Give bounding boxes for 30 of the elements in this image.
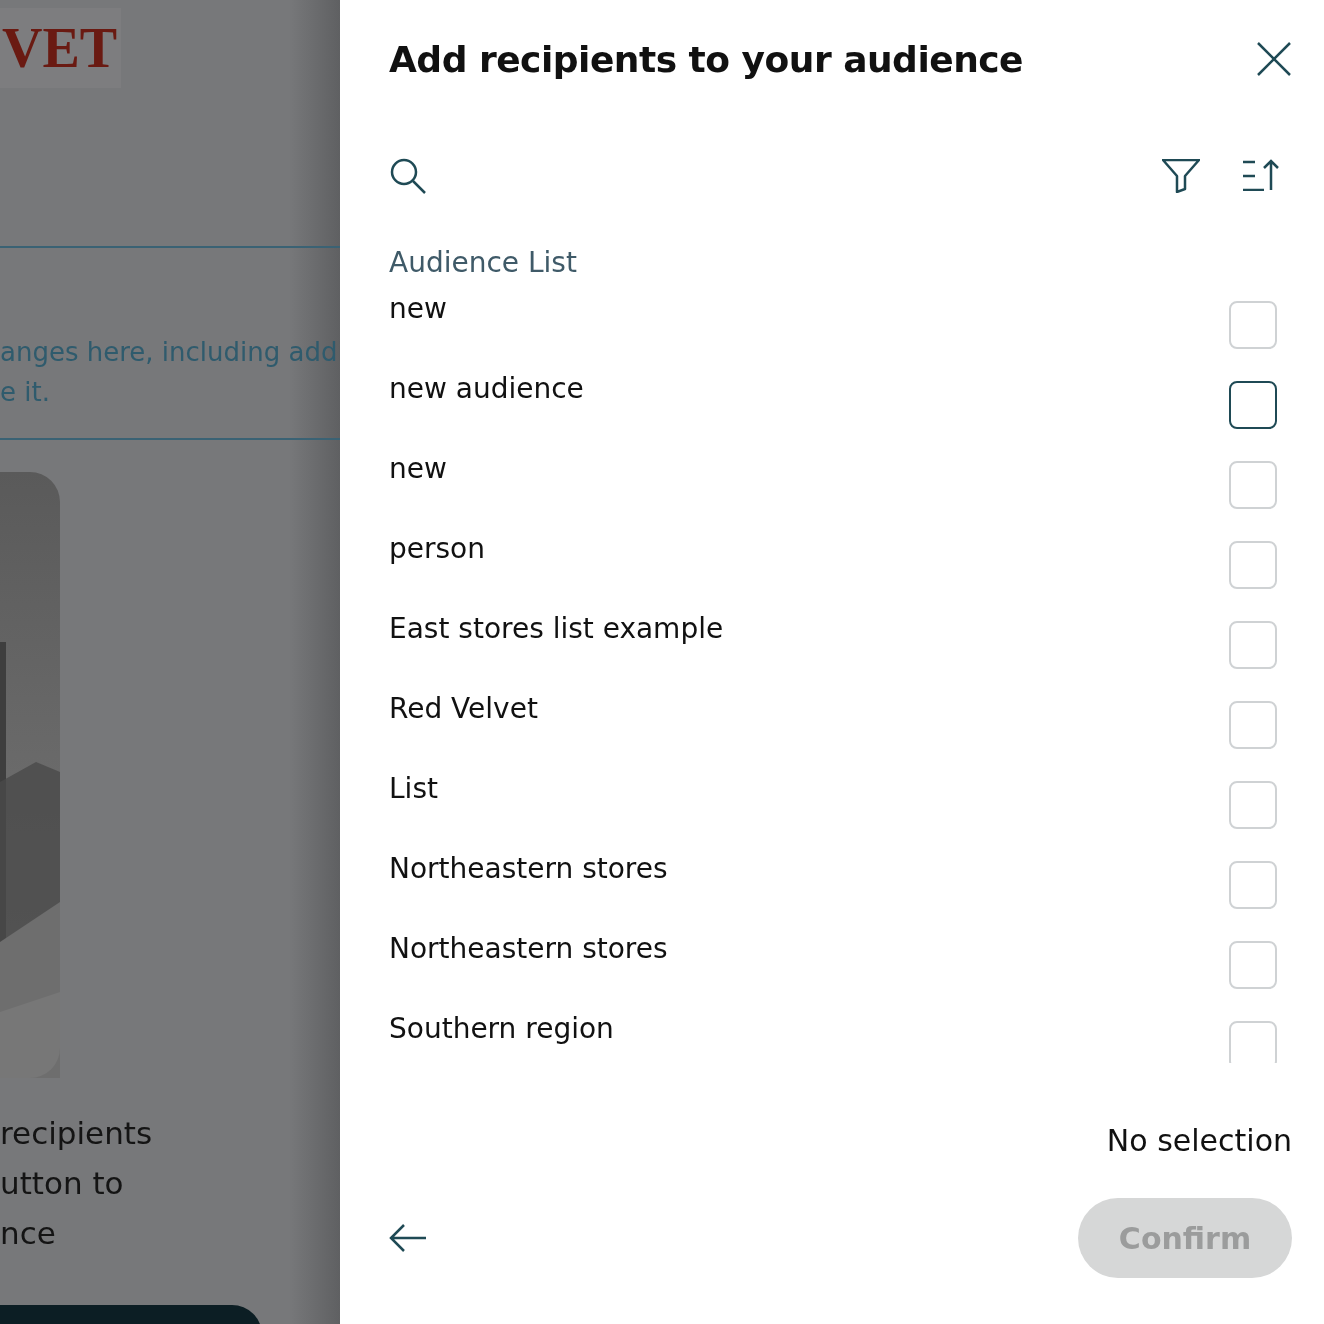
description-text: nce — [0, 1214, 57, 1253]
section-title: Audience List — [389, 246, 578, 279]
filter-icon — [1162, 159, 1200, 193]
audience-name: new audience — [389, 373, 584, 407]
audience-name: Southern region — [389, 1013, 614, 1047]
audience-name: Northeastern stores — [389, 853, 668, 887]
search-button[interactable] — [389, 157, 427, 195]
notice-text: anges here, including addi — [0, 336, 340, 369]
checkbox[interactable] — [1229, 381, 1277, 429]
back-button[interactable] — [389, 1223, 427, 1253]
back-arrow-icon — [389, 1223, 427, 1253]
notice-text: e it. — [0, 376, 51, 409]
audience-name: List — [389, 773, 438, 807]
audience-name: Northeastern stores — [389, 933, 668, 967]
selection-status: No selection — [1106, 1123, 1292, 1158]
description-text: utton to — [0, 1164, 125, 1203]
close-icon — [1256, 41, 1292, 77]
audience-name: East stores list example — [389, 613, 724, 647]
search-icon — [389, 157, 427, 195]
logo: VET — [0, 8, 122, 88]
filter-button[interactable] — [1162, 159, 1200, 193]
sort-button[interactable] — [1242, 159, 1280, 193]
dialog-title: Add recipients to your audience — [389, 38, 1024, 80]
close-button[interactable] — [1256, 41, 1292, 77]
audience-name: new — [389, 293, 447, 327]
audience-name: person — [389, 533, 485, 567]
audience-name: new — [389, 453, 447, 487]
description-text: recipients — [0, 1114, 154, 1153]
sort-icon — [1242, 159, 1280, 191]
audience-name: Red Velvet — [389, 693, 538, 727]
